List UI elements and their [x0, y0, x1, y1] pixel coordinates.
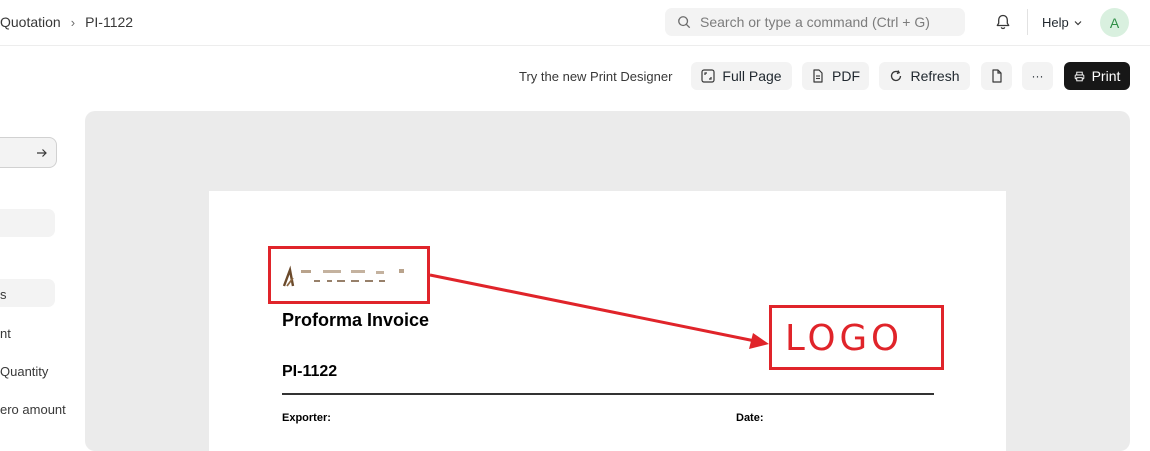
refresh-button[interactable]: Refresh [879, 62, 970, 90]
new-document-button[interactable] [981, 62, 1012, 90]
date-label: Date: [736, 412, 764, 424]
help-dropdown[interactable]: Help [1042, 15, 1083, 30]
more-options-button[interactable]: ··· [1022, 62, 1053, 90]
sidebar-item-label-1[interactable]: s [0, 287, 7, 302]
sidebar-item-label-4[interactable]: ero amount [0, 402, 66, 417]
document-id: PI-1122 [282, 363, 338, 380]
print-button[interactable]: Print [1064, 62, 1130, 90]
fullscreen-icon [701, 69, 716, 83]
breadcrumb-doctype[interactable]: Quotation [0, 14, 61, 30]
print-designer-link[interactable]: Try the new Print Designer [519, 69, 672, 84]
annotation-logo-target-box [769, 305, 944, 370]
help-label: Help [1042, 15, 1069, 30]
pdf-button[interactable]: PDF [802, 62, 869, 90]
search-icon [678, 16, 691, 29]
annotation-logo-source-box [268, 246, 430, 304]
document-title: Proforma Invoice [282, 310, 430, 330]
user-avatar[interactable]: A [1100, 8, 1129, 37]
top-navbar: Quotation › PI-1122 Search or type a com… [0, 0, 1150, 46]
search-placeholder: Search or type a command (Ctrl + G) [700, 14, 930, 30]
refresh-label: Refresh [910, 68, 960, 84]
sidebar-field-2[interactable] [0, 279, 55, 307]
sidebar-field-1[interactable] [0, 209, 55, 237]
full-page-label: Full Page [722, 68, 782, 84]
notification-bell-icon[interactable] [994, 13, 1012, 31]
sidebar-format-select[interactable] [0, 137, 57, 168]
printer-icon [1074, 71, 1084, 81]
sidebar-item-label-2[interactable]: nt [0, 326, 11, 341]
file-icon [813, 69, 823, 83]
sidebar-item-label-3[interactable]: Quantity [0, 364, 48, 379]
pdf-label: PDF [832, 68, 860, 84]
breadcrumb-record[interactable]: PI-1122 [85, 14, 133, 30]
exporter-label: Exporter: [282, 412, 331, 424]
navbar-divider [1027, 9, 1028, 35]
document-divider [282, 393, 934, 395]
document-icon [991, 69, 1002, 83]
search-input[interactable]: Search or type a command (Ctrl + G) [665, 8, 965, 36]
full-page-button[interactable]: Full Page [691, 62, 792, 90]
chevron-down-icon [1074, 20, 1082, 25]
breadcrumb: Quotation › PI-1122 [0, 14, 133, 30]
print-label: Print [1091, 68, 1121, 84]
breadcrumb-separator-icon: › [70, 14, 76, 30]
refresh-icon [891, 70, 902, 82]
arrow-right-icon [37, 149, 47, 157]
